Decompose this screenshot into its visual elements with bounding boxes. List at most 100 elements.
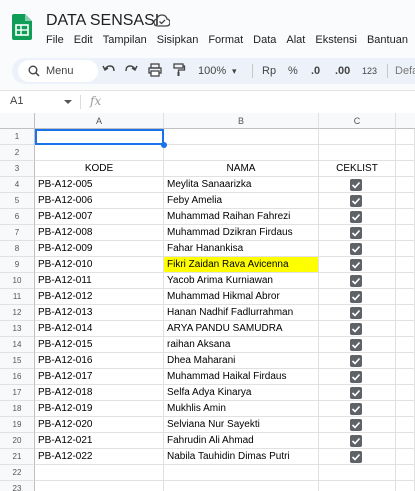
- cell-nama[interactable]: [164, 465, 319, 481]
- document-title[interactable]: DATA SENSASI: [46, 12, 159, 30]
- cell-ceklist[interactable]: [319, 449, 396, 465]
- checkbox-checked-icon[interactable]: [350, 227, 362, 239]
- row-header[interactable]: 19: [0, 417, 35, 433]
- row-header[interactable]: 11: [0, 289, 35, 305]
- row-header[interactable]: 12: [0, 305, 35, 321]
- row-header[interactable]: 16: [0, 369, 35, 385]
- cell-kode[interactable]: [35, 481, 164, 491]
- cell-ceklist[interactable]: [319, 321, 396, 337]
- row-header[interactable]: 18: [0, 401, 35, 417]
- row-header[interactable]: 4: [0, 177, 35, 193]
- checkbox-checked-icon[interactable]: [350, 291, 362, 303]
- row-header[interactable]: 17: [0, 385, 35, 401]
- menu-format[interactable]: Format: [208, 34, 243, 46]
- column-header-c[interactable]: C: [319, 113, 396, 129]
- cell-nama[interactable]: Fahar Hanankisa: [164, 241, 319, 257]
- cell-ceklist[interactable]: [319, 241, 396, 257]
- checkbox-checked-icon[interactable]: [350, 307, 362, 319]
- menu-insert[interactable]: Sisipkan: [157, 34, 199, 46]
- cell-kode[interactable]: PB-A12-020: [35, 417, 164, 433]
- cell-nama[interactable]: [164, 129, 319, 145]
- cell-empty[interactable]: [396, 289, 415, 305]
- cell-nama[interactable]: Muhammad Dzikran Firdaus: [164, 225, 319, 241]
- cell-nama[interactable]: Muhammad Hikmal Abror: [164, 289, 319, 305]
- checkbox-checked-icon[interactable]: [350, 451, 362, 463]
- cell-empty[interactable]: [396, 417, 415, 433]
- cell-kode[interactable]: [35, 465, 164, 481]
- cell-kode[interactable]: PB-A12-013: [35, 305, 164, 321]
- cell-ceklist[interactable]: [319, 417, 396, 433]
- row-header[interactable]: 3: [0, 161, 35, 177]
- cell-ceklist[interactable]: [319, 193, 396, 209]
- cell-empty[interactable]: [396, 353, 415, 369]
- row-header[interactable]: 21: [0, 449, 35, 465]
- cell-nama[interactable]: Feby Amelia: [164, 193, 319, 209]
- menu-help[interactable]: Bantuan: [367, 34, 408, 46]
- row-header[interactable]: 20: [0, 433, 35, 449]
- header-nama[interactable]: NAMA: [164, 161, 319, 177]
- cell-ceklist[interactable]: [319, 465, 396, 481]
- cell-empty[interactable]: [396, 273, 415, 289]
- cell-kode[interactable]: PB-A12-009: [35, 241, 164, 257]
- cell-nama[interactable]: raihan Aksana: [164, 337, 319, 353]
- column-header-b[interactable]: B: [164, 113, 319, 129]
- cell-ceklist[interactable]: [319, 305, 396, 321]
- checkbox-checked-icon[interactable]: [350, 339, 362, 351]
- cell-ceklist[interactable]: [319, 209, 396, 225]
- cell-empty[interactable]: [396, 465, 415, 481]
- fill-handle[interactable]: [161, 142, 167, 148]
- menu-file[interactable]: File: [46, 34, 64, 46]
- row-header[interactable]: 6: [0, 209, 35, 225]
- increase-decimal-button[interactable]: .00: [335, 62, 350, 80]
- cell-ceklist[interactable]: [319, 337, 396, 353]
- row-header[interactable]: 8: [0, 241, 35, 257]
- checkbox-checked-icon[interactable]: [350, 387, 362, 399]
- column-header-d[interactable]: [396, 113, 415, 129]
- select-all-corner[interactable]: [0, 113, 35, 129]
- cell-nama[interactable]: Meylita Sanaarizka: [164, 177, 319, 193]
- menu-edit[interactable]: Edit: [74, 34, 93, 46]
- menu-extensions[interactable]: Ekstensi: [315, 34, 357, 46]
- cell-ceklist[interactable]: [319, 353, 396, 369]
- font-select[interactable]: Default: [395, 62, 415, 80]
- checkbox-checked-icon[interactable]: [350, 323, 362, 335]
- checkbox-checked-icon[interactable]: [350, 403, 362, 415]
- cell-empty[interactable]: [396, 225, 415, 241]
- row-header[interactable]: 7: [0, 225, 35, 241]
- cell-ceklist[interactable]: [319, 129, 396, 145]
- checkbox-checked-icon[interactable]: [350, 259, 362, 271]
- cell-empty[interactable]: [396, 161, 415, 177]
- cell-ceklist[interactable]: [319, 433, 396, 449]
- cell-nama[interactable]: Hanan Nadhif Fadlurrahman: [164, 305, 319, 321]
- menu-tools[interactable]: Alat: [286, 34, 305, 46]
- cell-kode[interactable]: PB-A12-007: [35, 209, 164, 225]
- checkbox-checked-icon[interactable]: [350, 211, 362, 223]
- cell-kode[interactable]: PB-A12-006: [35, 193, 164, 209]
- cell-nama[interactable]: [164, 481, 319, 491]
- cell-nama[interactable]: Nabila Tauhidin Dimas Putri: [164, 449, 319, 465]
- cell-empty[interactable]: [396, 305, 415, 321]
- cell-ceklist[interactable]: [319, 177, 396, 193]
- cell-kode[interactable]: PB-A12-018: [35, 385, 164, 401]
- undo-icon[interactable]: [102, 63, 116, 77]
- cell-kode[interactable]: PB-A12-010: [35, 257, 164, 273]
- cell-empty[interactable]: [396, 337, 415, 353]
- row-header[interactable]: 1: [0, 129, 35, 145]
- checkbox-checked-icon[interactable]: [350, 275, 362, 287]
- cell-nama[interactable]: ARYA PANDU SAMUDRA: [164, 321, 319, 337]
- cell-empty[interactable]: [396, 385, 415, 401]
- menu-data[interactable]: Data: [253, 34, 276, 46]
- cell-kode[interactable]: PB-A12-005: [35, 177, 164, 193]
- checkbox-checked-icon[interactable]: [350, 195, 362, 207]
- redo-icon[interactable]: [124, 63, 138, 77]
- cell-kode[interactable]: PB-A12-016: [35, 353, 164, 369]
- cell-empty[interactable]: [396, 209, 415, 225]
- print-icon[interactable]: [148, 63, 162, 77]
- number-format-button[interactable]: 123: [362, 62, 377, 80]
- cell-nama[interactable]: Yacob Arima Kurniawan: [164, 273, 319, 289]
- cell-nama[interactable]: Muhammad Haikal Firdaus: [164, 369, 319, 385]
- cell-empty[interactable]: [396, 193, 415, 209]
- cell-empty[interactable]: [396, 257, 415, 273]
- cell-empty[interactable]: [396, 177, 415, 193]
- cell-nama[interactable]: Mukhlis Amin: [164, 401, 319, 417]
